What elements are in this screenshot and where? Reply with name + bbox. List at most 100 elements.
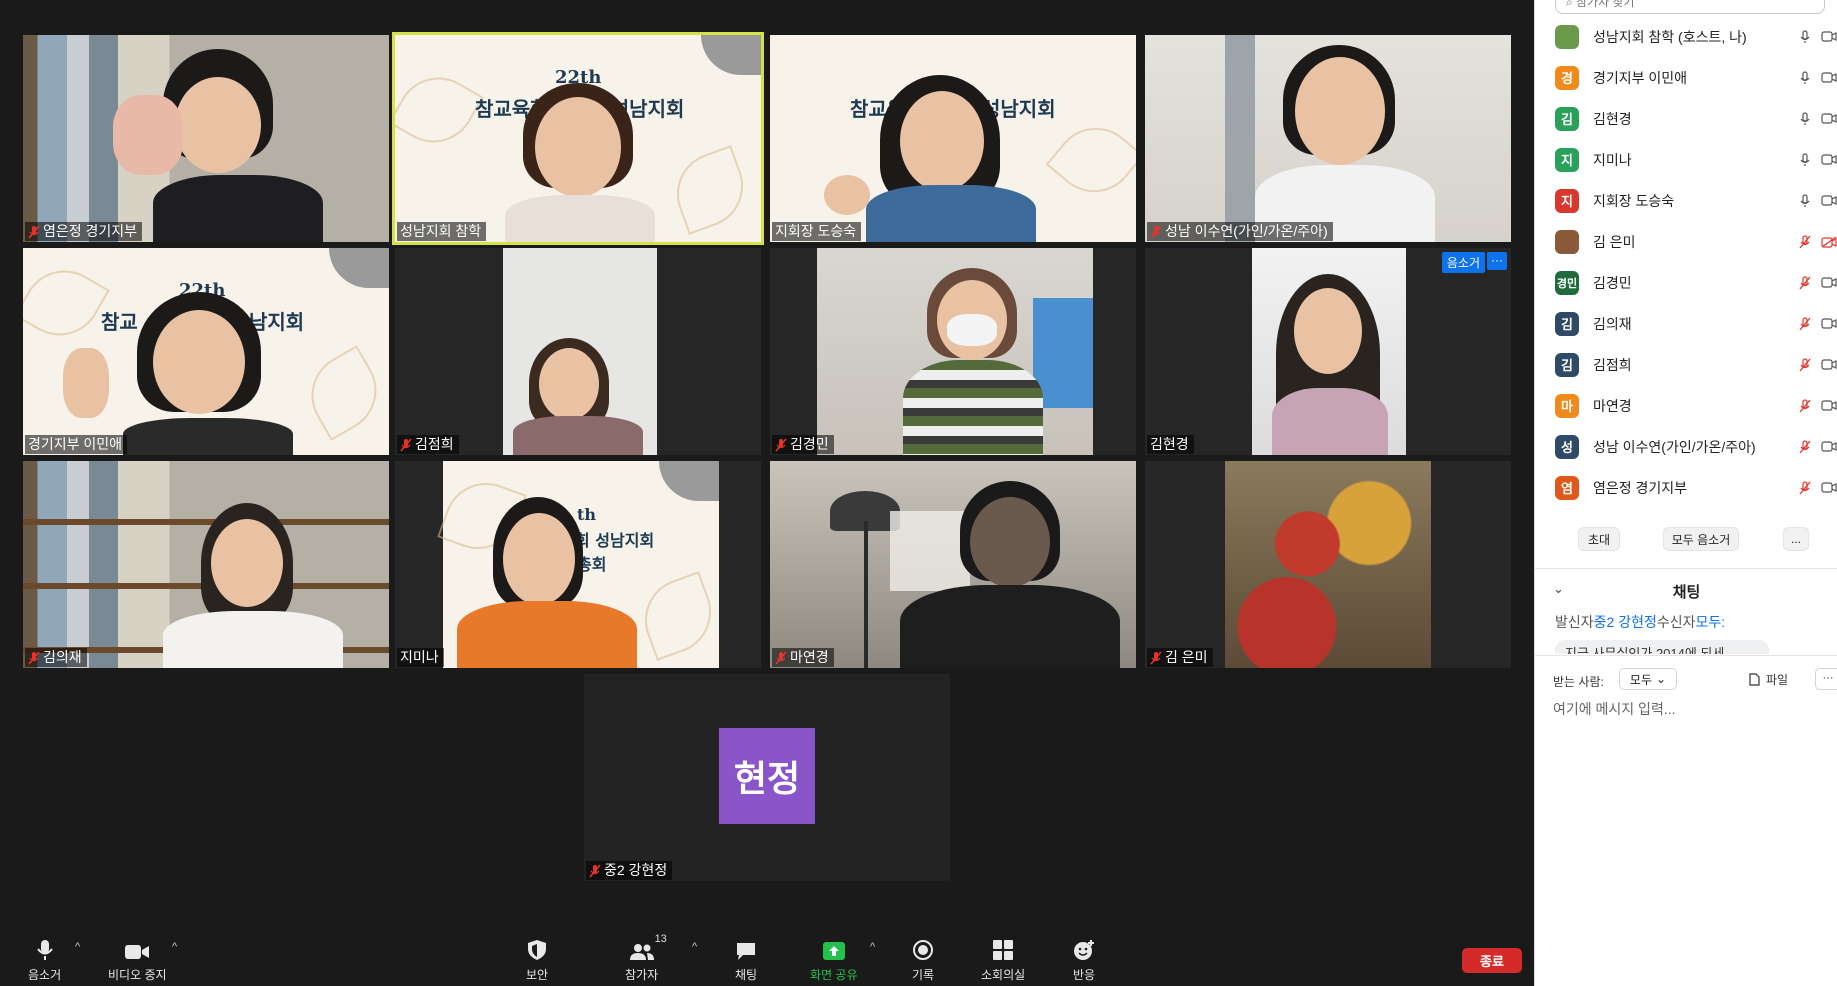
video-tile[interactable]: 참교육 성남지회 지회장 도승숙 (770, 35, 1136, 242)
microphone-muted-icon[interactable] (1796, 480, 1814, 495)
participant-name: 경기지부 이민애 (28, 436, 123, 452)
recipient-select[interactable]: 모두 ⌄ (1619, 668, 1677, 690)
video-options-caret[interactable]: ^ (172, 941, 177, 953)
record-button[interactable]: 기록 (912, 937, 934, 983)
video-camera-icon[interactable] (1820, 72, 1837, 83)
microphone-icon (36, 937, 54, 961)
file-icon (1749, 673, 1760, 686)
video-camera-icon[interactable] (1820, 113, 1837, 124)
participant-row[interactable]: 성 성남 이수연(가인/가온/주아) (1555, 426, 1837, 467)
participant-name: 마연경 (1593, 397, 1632, 414)
end-meeting-button[interactable]: 종료 (1462, 948, 1522, 973)
participant-row[interactable]: 지 지미나 (1555, 139, 1837, 180)
participant-avatar: 성 (1555, 434, 1579, 459)
video-tile[interactable]: 22th 참교 남지회 경기지부 이민애 (23, 248, 389, 455)
participant-search-input[interactable]: ⌕ 참가자 찾기 (1555, 0, 1825, 14)
video-tile[interactable]: th 회 성남지회 총회 지미나 (395, 461, 761, 668)
microphone-muted-icon[interactable] (1796, 275, 1814, 290)
chat-message-text: 지금 사무실인가 2014에 되세 (1565, 646, 1725, 654)
video-tile[interactable]: 김경민 (770, 248, 1136, 455)
video-camera-icon[interactable] (1820, 400, 1837, 411)
video-camera-icon[interactable] (1820, 154, 1837, 165)
participant-name: 김현경 (1593, 110, 1632, 127)
security-button[interactable]: 보안 (526, 937, 548, 983)
video-camera-icon[interactable] (1820, 195, 1837, 206)
breakout-rooms-label: 소회의실 (981, 968, 1026, 982)
video-feed (23, 461, 389, 668)
audio-options-caret[interactable]: ^ (75, 941, 80, 953)
chat-sender[interactable]: 중2 강현정 (1594, 614, 1657, 630)
microphone-icon[interactable] (1796, 29, 1814, 44)
breakout-rooms-button[interactable]: 소회의실 (981, 937, 1025, 983)
participant-name-label: 지회장 도승숙 (772, 222, 862, 241)
microphone-muted-icon[interactable] (1796, 398, 1814, 413)
video-camera-off-icon[interactable] (1820, 235, 1837, 248)
microphone-icon[interactable] (1796, 152, 1814, 167)
video-tile[interactable]: 마연경 (770, 461, 1136, 668)
record-icon (912, 937, 934, 961)
video-tile-self[interactable]: 현정 중2 강현정 (584, 674, 950, 881)
participant-row[interactable]: 경민 김경민 (1555, 262, 1837, 303)
participant-row[interactable]: 성남지회 참학 (호스트, 나) (1555, 16, 1837, 57)
microphone-icon[interactable] (1796, 111, 1814, 126)
participants-options-caret[interactable]: ^ (692, 941, 697, 953)
microphone-muted-icon[interactable] (1796, 357, 1814, 372)
video-feed: th 회 성남지회 총회 (395, 461, 761, 668)
video-camera-icon[interactable] (1820, 359, 1837, 370)
chat-receiver-prefix: 수신자 (1656, 614, 1696, 630)
video-camera-icon[interactable] (1820, 482, 1837, 493)
share-screen-label: 화면 공유 (810, 968, 858, 982)
video-feed: 22th 참교 남지회 (23, 248, 389, 455)
microphone-muted-icon[interactable] (1796, 316, 1814, 331)
participant-row[interactable]: 김 은미 (1555, 221, 1837, 262)
microphone-icon[interactable] (1796, 193, 1814, 208)
mute-button[interactable]: 음소거 (28, 937, 61, 983)
compose-more-button[interactable]: ··· (1815, 668, 1837, 690)
mute-all-button[interactable]: 모두 음소거 (1663, 527, 1739, 551)
participant-row[interactable]: 김 김현경 (1555, 98, 1837, 139)
participant-row[interactable]: 염 염은정 경기지부 (1555, 467, 1837, 508)
stop-video-button[interactable]: 비디오 중지 (108, 937, 167, 983)
smiley-icon (1073, 937, 1095, 961)
mic-muted-icon (1150, 225, 1162, 239)
share-options-caret[interactable]: ^ (870, 941, 875, 953)
microphone-muted-icon[interactable] (1796, 234, 1814, 249)
reactions-button[interactable]: 반응 (1073, 937, 1095, 983)
video-feed (23, 35, 389, 242)
video-camera-icon[interactable] (1820, 31, 1837, 42)
video-tile-active-speaker[interactable]: 22th 참교육학부모회 성남지회 성남지회 참학 (392, 32, 764, 245)
participant-name-label: 김현경 (1147, 435, 1194, 454)
participant-row[interactable]: 경 경기지부 이민애 (1555, 57, 1837, 98)
video-tile[interactable]: 김점희 (395, 248, 761, 455)
participants-count: 13 (654, 933, 667, 945)
microphone-icon[interactable] (1796, 70, 1814, 85)
participant-name-label: 성남 이수연(가인/가온/주아) (1147, 222, 1333, 241)
participant-name: 성남지회 참학 (400, 223, 482, 239)
invite-button[interactable]: 초대 (1578, 527, 1620, 551)
video-tile[interactable]: 염은정 경기지부 (23, 35, 389, 242)
video-tile[interactable]: 김 은미 (1145, 461, 1511, 668)
participant-row[interactable]: 지 지회장 도승숙 (1555, 180, 1837, 221)
file-button[interactable]: 파일 (1749, 671, 1788, 688)
participant-avatar: 경 (1555, 65, 1579, 90)
participants-button[interactable]: 13 참가자 (625, 933, 667, 983)
participant-row[interactable]: 김 김의재 (1555, 303, 1837, 344)
mute-participant-button[interactable]: 음소거 (1441, 252, 1485, 273)
participant-name-label: 성남지회 참학 (397, 222, 487, 241)
video-tile[interactable]: 음소거 ··· 김현경 (1145, 248, 1511, 455)
participant-row[interactable]: 마 마연경 (1555, 385, 1837, 426)
participant-name: 김현경 (1150, 436, 1189, 452)
video-tile[interactable]: 김의재 (23, 461, 389, 668)
video-camera-icon[interactable] (1820, 277, 1837, 288)
participants-more-button[interactable]: ... (1783, 527, 1809, 551)
video-camera-icon[interactable] (1820, 318, 1837, 329)
microphone-muted-icon[interactable] (1796, 439, 1814, 454)
tile-more-button[interactable]: ··· (1487, 252, 1507, 270)
chat-message-input[interactable] (1553, 698, 1823, 720)
chat-button[interactable]: 채팅 (735, 937, 757, 983)
participant-row[interactable]: 김 김점희 (1555, 344, 1837, 385)
video-tile[interactable]: 성남 이수연(가인/가온/주아) (1145, 35, 1511, 242)
share-screen-button[interactable]: 화면 공유 (810, 937, 858, 983)
video-camera-icon[interactable] (1820, 441, 1837, 452)
mic-muted-icon (28, 651, 40, 665)
